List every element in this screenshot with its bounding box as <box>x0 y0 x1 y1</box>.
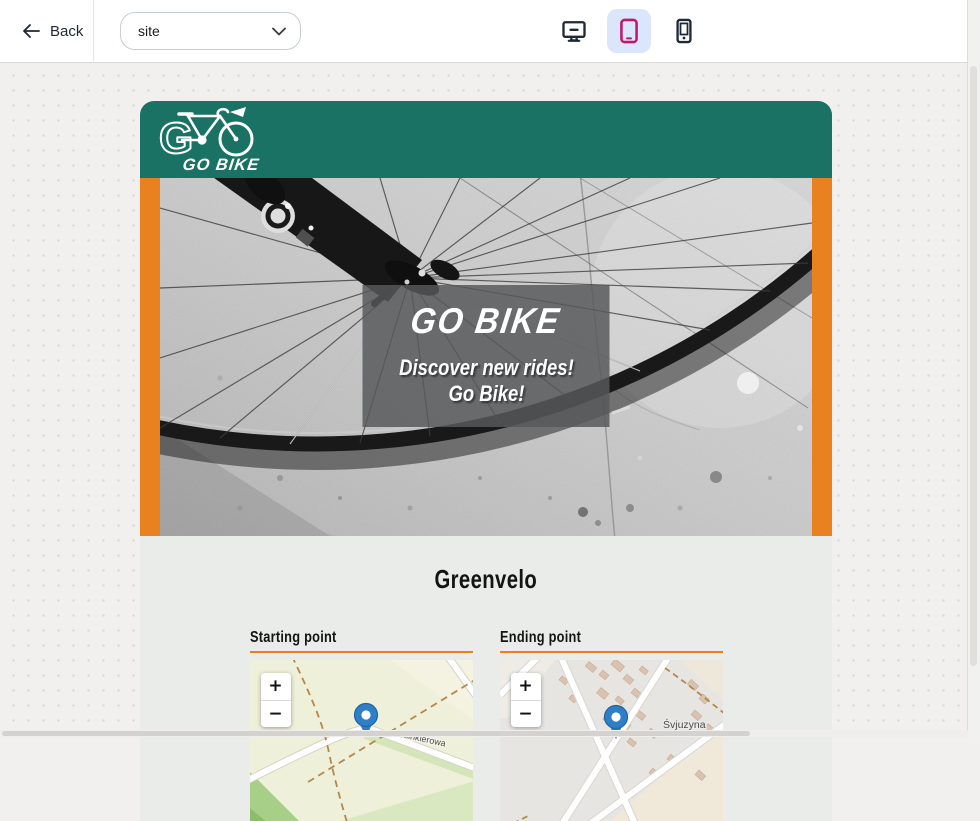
vertical-scrollbar[interactable] <box>967 0 980 737</box>
back-label: Back <box>50 23 83 40</box>
hero-title: GO BIKE <box>363 303 610 339</box>
ending-point-heading: Ending point <box>500 629 723 653</box>
ending-point-column: Ending point + − <box>500 629 723 821</box>
vertical-scrollbar-thumb[interactable] <box>970 66 977 666</box>
site-header: G GO BIKE <box>140 101 832 178</box>
horizontal-scrollbar[interactable] <box>0 730 968 737</box>
route-section: Greenvelo Starting point + − <box>140 536 832 821</box>
starting-point-column: Starting point + − <box>250 629 473 821</box>
map-zoom-control: + − <box>261 673 291 727</box>
starting-point-map[interactable]: + − <box>250 660 473 821</box>
chevron-down-icon <box>272 27 286 36</box>
hero-section: GO BIKE Discover new rides! Go Bike! <box>140 178 832 536</box>
preview-canvas: G GO BIKE <box>0 62 968 737</box>
map-zoom-control: + − <box>511 673 541 727</box>
desktop-monitor-icon <box>560 17 588 45</box>
starting-point-heading: Starting point <box>250 629 473 653</box>
device-toggle-group <box>552 9 706 53</box>
horizontal-scrollbar-thumb[interactable] <box>2 731 750 736</box>
toolbar-divider <box>93 0 94 62</box>
section-heading: Greenvelo <box>140 564 832 595</box>
mobile-preview-button[interactable] <box>662 9 706 53</box>
zoom-out-button[interactable]: − <box>511 700 541 728</box>
page-select-value: site <box>138 23 272 39</box>
route-columns: Starting point + − <box>250 629 723 821</box>
hero-tagline: Discover new rides! Go Bike! <box>363 355 610 408</box>
arrow-left-icon <box>22 23 40 39</box>
tablet-icon <box>615 17 643 45</box>
page-select-dropdown[interactable]: site <box>120 12 301 50</box>
ending-point-map[interactable]: + − <box>500 660 723 821</box>
zoom-in-button[interactable]: + <box>511 673 541 700</box>
smartphone-icon <box>670 17 698 45</box>
hero-tagline-line2: Go Bike! <box>399 381 574 407</box>
desktop-preview-button[interactable] <box>552 9 596 53</box>
hero-overlay: GO BIKE Discover new rides! Go Bike! <box>363 285 610 427</box>
toolbar: Back site <box>0 0 968 63</box>
hero-tagline-line1: Discover new rides! <box>399 355 574 381</box>
tablet-preview-button[interactable] <box>607 9 651 53</box>
back-button[interactable]: Back <box>16 0 89 62</box>
bike-logo-icon: G GO BIKE <box>158 106 268 176</box>
brand-wordmark: GO BIKE <box>181 155 260 174</box>
preview-card: G GO BIKE <box>140 101 832 821</box>
zoom-out-button[interactable]: − <box>261 700 291 728</box>
zoom-in-button[interactable]: + <box>261 673 291 700</box>
